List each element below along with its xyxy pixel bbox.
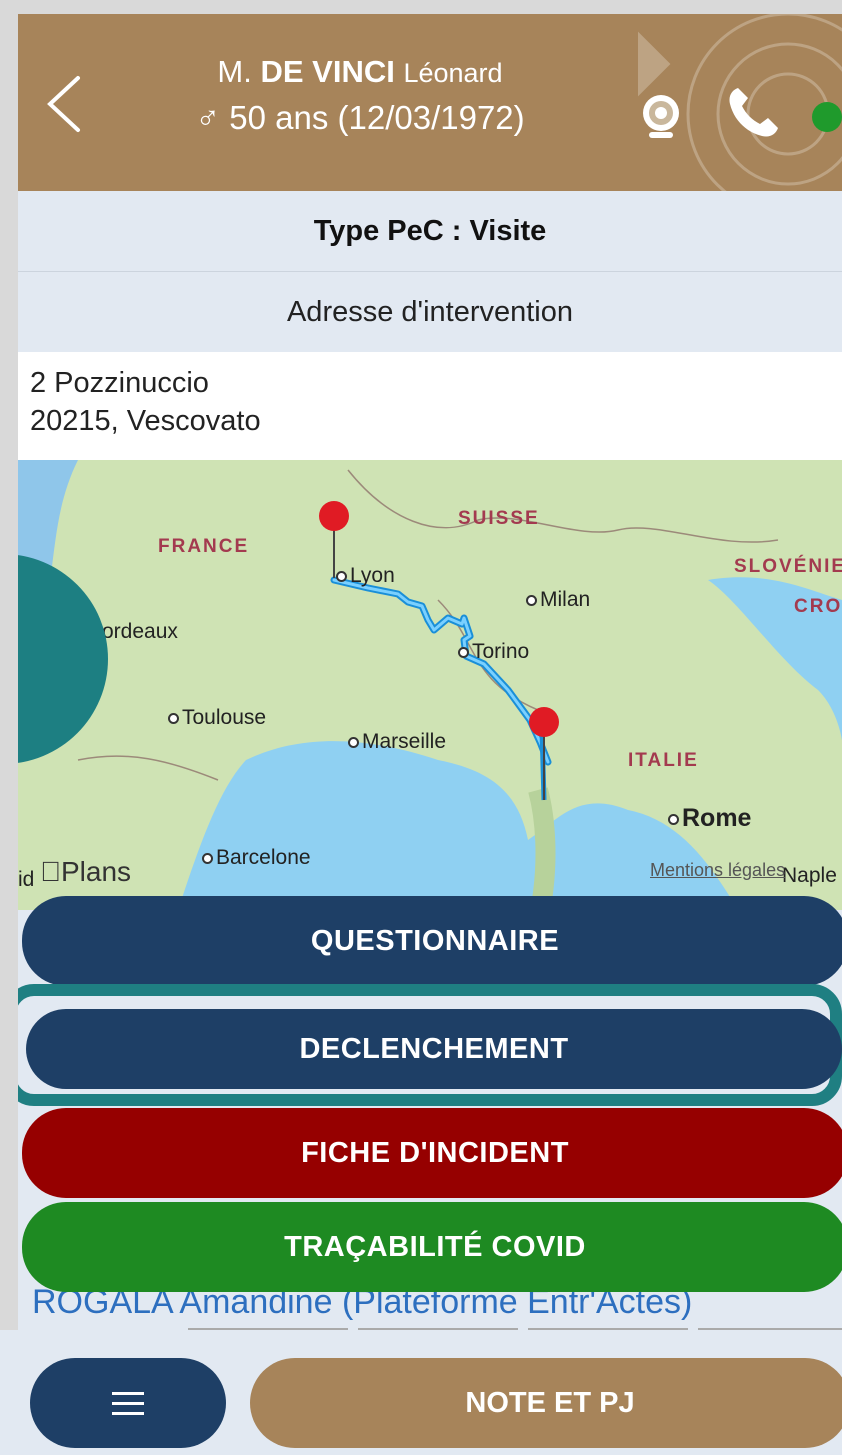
city-name: Lyon <box>350 564 395 587</box>
patient-header: M. DE VINCI Léonard ♂ 50 ans (12/03/1972… <box>18 14 842 204</box>
address-line1: 2 Pozzinuccio <box>30 367 209 399</box>
webcam-icon[interactable] <box>636 92 686 142</box>
incident-report-button[interactable]: FICHE D'INCIDENT <box>22 1108 842 1198</box>
map-city-label: Toulouse <box>168 706 266 730</box>
address-line2: 20215, Vescovato <box>30 405 261 437</box>
city-name: Naple <box>782 864 837 887</box>
map-city-label: id <box>18 868 34 892</box>
city-dot <box>168 712 179 724</box>
map-country-label: FRANCE <box>158 536 250 557</box>
city-name: Toulouse <box>182 706 267 729</box>
online-status-dot <box>812 102 842 132</box>
city-name: id <box>18 868 35 891</box>
patient-first-name: Léonard <box>403 58 503 88</box>
maps-brand: Plans <box>40 856 131 888</box>
covid-traceability-button[interactable]: TRAÇABILITÉ COVID <box>22 1202 842 1292</box>
map-background <box>18 460 842 910</box>
legal-link[interactable]: Mentions légales <box>650 860 785 881</box>
menu-button[interactable] <box>30 1358 226 1448</box>
address-block: 2 Pozzinuccio 20215, Vescovato <box>18 352 842 460</box>
questionnaire-button[interactable]: QUESTIONNAIRE <box>22 896 842 986</box>
patient-age: ♂ 50 ans (12/03/1972) <box>195 99 525 136</box>
address-title: Adresse d'intervention <box>18 272 842 352</box>
city-dot <box>458 646 469 658</box>
map-city-label: Barcelone <box>202 846 311 870</box>
patient-name: M. DE VINCI Léonard <box>150 52 570 93</box>
map-country-label: ITALIE <box>628 750 699 771</box>
city-dot <box>202 852 213 864</box>
map-city-label: Rome <box>668 804 751 833</box>
route-map[interactable]: FRANCE SUISSE SLOVÉNIE CRO ITALIE Lyon M… <box>18 460 842 910</box>
city-dot <box>668 813 679 825</box>
map-country-label: SUISSE <box>458 508 540 529</box>
map-city-label: Milan <box>526 588 590 612</box>
patient-title: M. <box>217 54 252 89</box>
hamburger-icon <box>112 1402 144 1405</box>
declenchement-button[interactable]: DECLENCHEMENT <box>26 1009 842 1089</box>
city-dot <box>336 570 347 582</box>
maps-brand-label: Plans <box>40 856 131 887</box>
apple-logo-icon:  <box>40 856 61 887</box>
hamburger-icon <box>112 1412 144 1415</box>
city-name: Marseille <box>362 730 447 753</box>
map-country-label: CRO <box>794 596 842 617</box>
back-chevron-icon[interactable] <box>42 74 88 134</box>
map-city-label: Naple <box>782 864 837 888</box>
city-dot <box>348 736 359 748</box>
care-type: Type PeC : Visite <box>18 191 842 272</box>
patient-last-name: DE VINCI <box>260 54 395 89</box>
map-city-label: Marseille <box>348 730 446 754</box>
city-name: Rome <box>682 804 752 832</box>
map-city-label: Torino <box>458 640 529 664</box>
phone-icon[interactable] <box>724 82 784 142</box>
city-name: Torino <box>472 640 530 663</box>
city-name: Milan <box>540 588 591 611</box>
hamburger-icon <box>112 1392 144 1395</box>
city-dot <box>526 594 537 606</box>
city-name: Barcelone <box>216 846 311 869</box>
app-screen: M. DE VINCI Léonard ♂ 50 ans (12/03/1972… <box>18 14 842 1455</box>
map-city-label: Lyon <box>336 564 395 588</box>
note-attachments-button[interactable]: NOTE ET PJ <box>250 1358 842 1448</box>
map-country-label: SLOVÉNIE <box>734 556 842 577</box>
